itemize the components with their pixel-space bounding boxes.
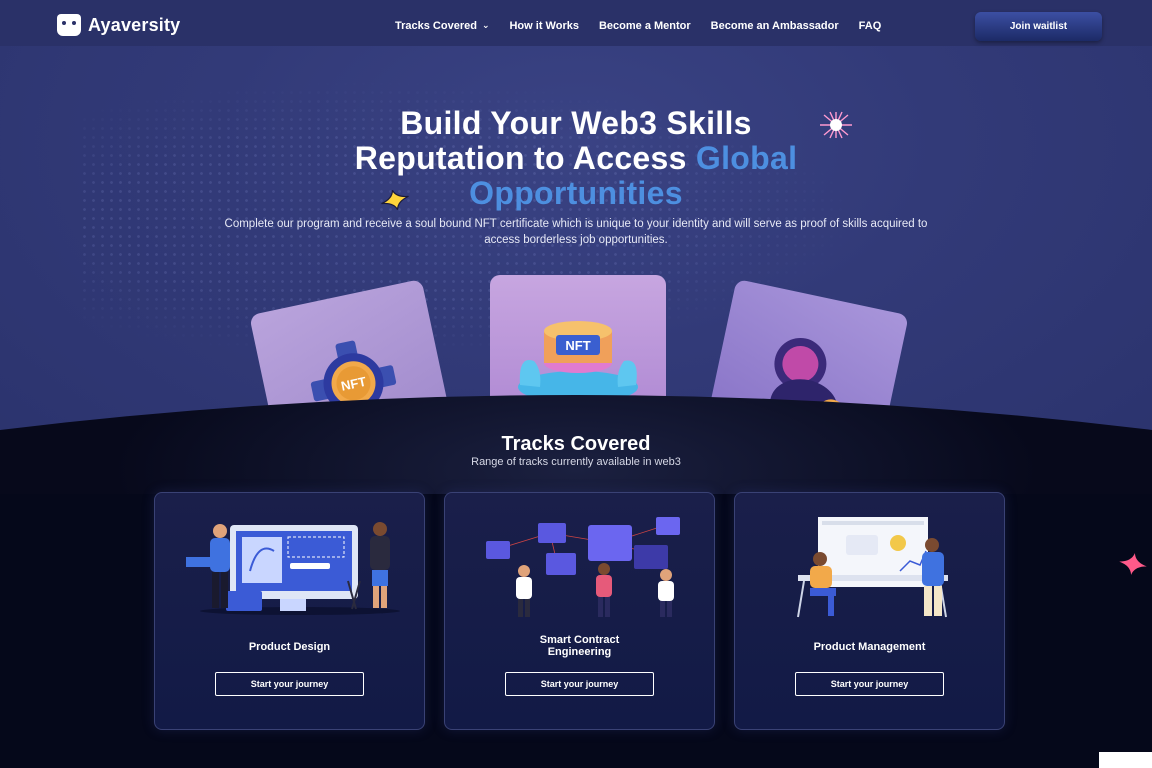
track-card-product-design[interactable]: Product Design Start your journey — [154, 492, 425, 730]
corner-artifact — [1099, 752, 1152, 768]
tracks-title: Tracks Covered — [501, 433, 651, 455]
headline-line-3: Opportunities — [469, 175, 683, 211]
track-name: Product Design — [248, 641, 331, 653]
smart-contract-illustration — [486, 517, 680, 617]
top-navbar: Ayaversity Tracks Covered ⌄ How it Works … — [0, 0, 1152, 46]
chevron-down-icon: ⌄ — [481, 20, 490, 30]
sparkle-burst-icon — [820, 111, 852, 139]
svg-text:NFT: NFT — [565, 338, 590, 353]
person-left-icon — [186, 524, 230, 608]
track-name: Product Management — [813, 641, 926, 653]
brand-logo[interactable]: Ayaversity — [57, 14, 180, 36]
nav-link-become-ambassador[interactable]: Become an Ambassador — [711, 20, 839, 32]
start-journey-button[interactable]: Start your journey — [505, 672, 654, 696]
start-journey-button[interactable]: Start your journey — [215, 672, 364, 696]
start-journey-button[interactable]: Start your journey — [795, 672, 944, 696]
hero-headline: Build Your Web3 Skills Reputation to Acc… — [0, 106, 1152, 211]
nav-link-tracks-covered[interactable]: Tracks Covered ⌄ — [395, 20, 489, 32]
person-icon-3 — [658, 569, 674, 617]
track-name: Smart Contract Engineering — [539, 634, 620, 658]
product-management-illustration — [797, 517, 948, 618]
headline-line-2: Reputation to Access Global — [354, 140, 798, 176]
tracks-subtitle: Range of tracks currently available in w… — [471, 456, 681, 468]
pink-star-sparkle-icon — [1119, 553, 1147, 575]
brand-name: Ayaversity — [88, 14, 181, 35]
nav-link-faq[interactable]: FAQ — [859, 20, 882, 32]
person-icon — [516, 565, 532, 617]
product-design-illustration — [186, 522, 400, 615]
star-sparkle-icon — [381, 190, 409, 210]
nav-link-how-it-works[interactable]: How it Works — [509, 20, 578, 32]
hero-subtitle: Complete our program and receive a soul … — [224, 218, 928, 246]
track-card-product-management[interactable]: Product Management Start your journey — [734, 492, 1005, 730]
track-card-smart-contract[interactable]: Smart Contract Engineering Start your jo… — [444, 492, 715, 730]
person-icon-2 — [596, 563, 612, 617]
nav-links: Tracks Covered ⌄ How it Works Become a Me… — [395, 20, 881, 32]
headline-line-1: Build Your Web3 Skills — [400, 105, 752, 141]
join-waitlist-button[interactable]: Join waitlist — [975, 12, 1102, 41]
ayaversity-logo-icon — [57, 14, 81, 36]
nav-link-become-mentor[interactable]: Become a Mentor — [599, 20, 691, 32]
